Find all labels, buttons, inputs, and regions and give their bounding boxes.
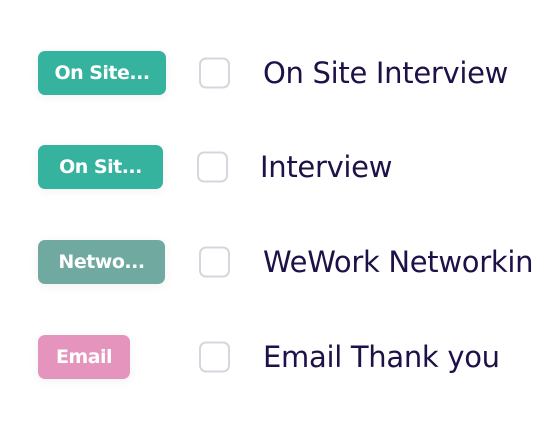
tag-badge[interactable]: On Site... (38, 51, 166, 95)
task-row[interactable]: Netwo... WeWork Networkin (0, 227, 538, 297)
task-row[interactable]: On Site... On Site Interview (0, 38, 538, 108)
task-title[interactable]: Email Thank you (263, 340, 500, 374)
task-checkbox[interactable] (199, 57, 230, 89)
task-row[interactable]: On Sit... Interview (0, 132, 538, 202)
task-row[interactable]: Email Email Thank you (0, 322, 538, 392)
tag-badge[interactable]: On Sit... (38, 145, 163, 189)
task-title[interactable]: Interview (260, 150, 392, 184)
task-title[interactable]: WeWork Networkin (263, 245, 534, 279)
tag-badge[interactable]: Netwo... (38, 240, 165, 284)
task-checkbox[interactable] (197, 151, 228, 183)
tag-badge[interactable]: Email (38, 335, 130, 379)
task-checkbox[interactable] (199, 246, 230, 278)
task-checkbox[interactable] (199, 341, 230, 373)
task-title[interactable]: On Site Interview (263, 56, 508, 90)
